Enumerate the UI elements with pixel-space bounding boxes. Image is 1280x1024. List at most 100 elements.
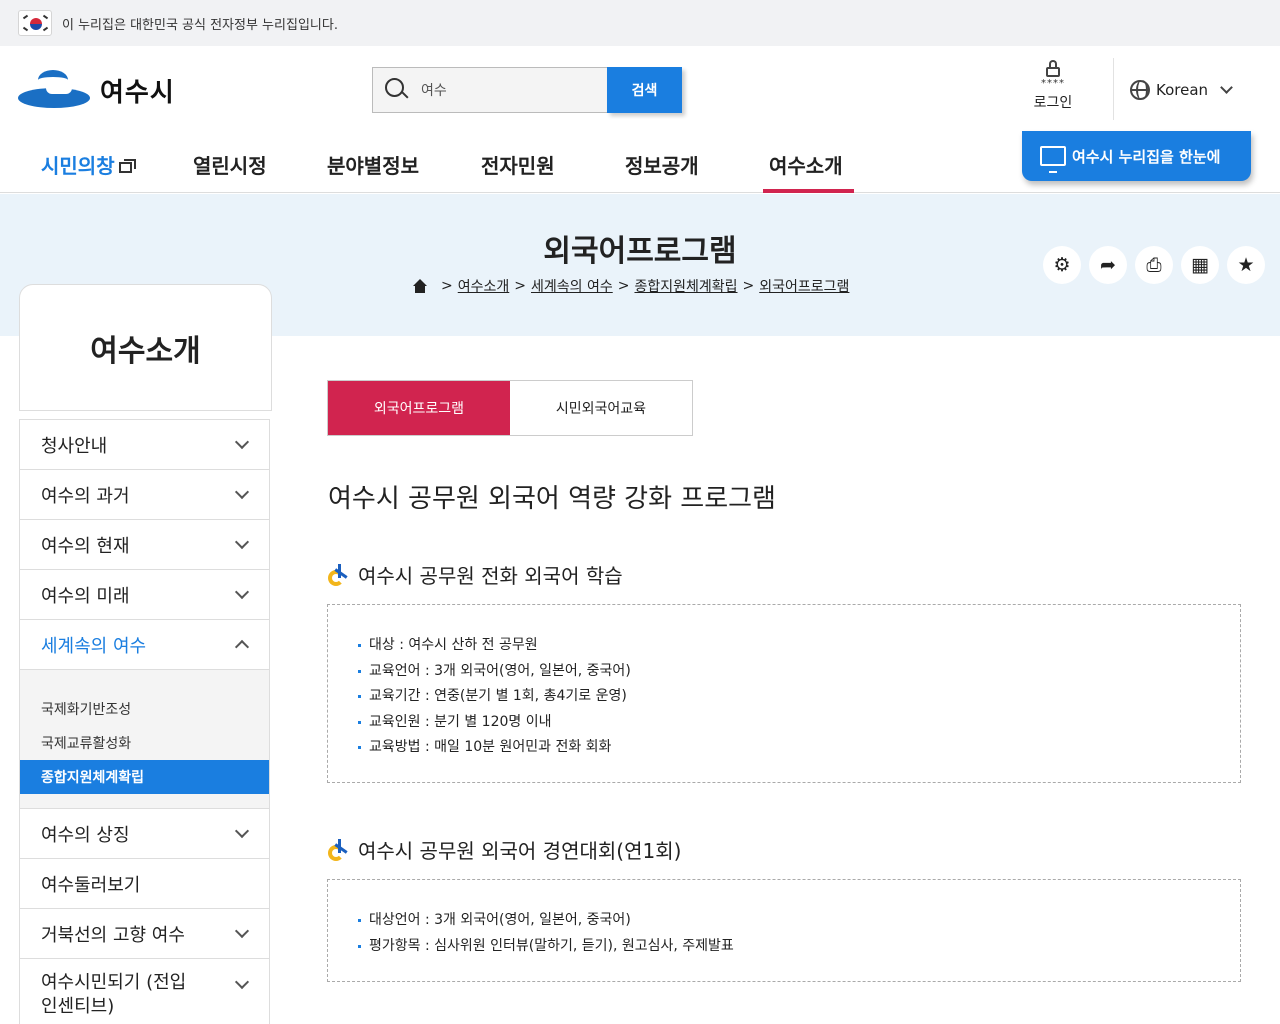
- lnb-submenu: 국제화기반조성 국제교류활성화 종합지원체계확립: [20, 670, 269, 809]
- lnb-item-label: 거북선의 고향 여수: [41, 924, 185, 946]
- content-title: 여수시 공무원 외국어 역량 강화 프로그램: [328, 484, 776, 514]
- chevron-down-icon: [1220, 81, 1233, 94]
- info-box: 대상 : 여수시 산하 전 공무원 교육언어 : 3개 외국어(영어, 일본어,…: [327, 604, 1241, 783]
- lnb-item[interactable]: 여수의 상징: [20, 809, 269, 859]
- section-title-text: 여수시 공무원 전화 외국어 학습: [358, 564, 623, 588]
- gnb-item-info-disclosure[interactable]: 정보공개: [625, 150, 699, 179]
- gnb-item-field-info[interactable]: 분야별정보: [327, 150, 419, 179]
- share-icon[interactable]: ➦: [1089, 246, 1127, 284]
- lnb-item[interactable]: 여수시민되기 (전입인센티브): [20, 959, 269, 1024]
- list-item: 교육기간 : 연중(분기 별 1회, 총4기로 운영): [358, 684, 1210, 710]
- lnb-item-label: 세계속의 여수: [41, 635, 147, 657]
- korea-flag-icon: [18, 10, 52, 36]
- gov-banner: 이 누리집은 대한민국 공식 전자정부 누리집입니다.: [0, 0, 1280, 46]
- lnb-item[interactable]: 여수의 미래: [20, 570, 269, 620]
- login-button[interactable]: **** 로그인: [1018, 60, 1088, 112]
- lnb-sub-item-current[interactable]: 종합지원체계확립: [20, 760, 269, 794]
- breadcrumb-item[interactable]: 세계속의 여수: [531, 276, 613, 296]
- lnb-item-label: 여수둘러보기: [41, 874, 141, 896]
- chevron-up-icon: [234, 639, 250, 654]
- content-tabs: 외국어프로그램 시민외국어교육: [327, 380, 693, 436]
- section-bullet-icon: [328, 563, 352, 586]
- chevron-down-icon: [234, 584, 250, 599]
- globe-icon: [1130, 80, 1150, 100]
- breadcrumb-separator: >: [742, 278, 755, 294]
- global-nav: 시민의창 열린시정 분야별정보 전자민원 정보공개 여수소개 여수시 누리집을 …: [0, 131, 1280, 193]
- home-icon[interactable]: [412, 279, 428, 293]
- lnb-item-label: 여수의 상징: [41, 824, 130, 846]
- chevron-down-icon: [234, 484, 250, 499]
- print-icon[interactable]: ⎙: [1135, 246, 1173, 284]
- header-divider: [1113, 58, 1114, 120]
- lnb-item[interactable]: 여수의 현재: [20, 520, 269, 570]
- tab-citizen-language[interactable]: 시민외국어교육: [510, 381, 692, 435]
- lnb-sub-item[interactable]: 국제화기반조성: [20, 692, 269, 726]
- monitor-icon: [1040, 146, 1066, 173]
- new-window-icon: [118, 159, 136, 173]
- chevron-down-icon: [234, 434, 250, 449]
- lnb-item[interactable]: 거북선의 고향 여수: [20, 909, 269, 959]
- chevron-down-icon: [234, 974, 250, 990]
- breadcrumb-item[interactable]: 종합지원체계확립: [634, 276, 737, 296]
- breadcrumb: > 여수소개 > 세계속의 여수 > 종합지원체계확립 > 외국어프로그램: [412, 276, 849, 296]
- gnb-active-underline: [763, 189, 854, 193]
- breadcrumb-item[interactable]: 여수소개: [458, 276, 510, 296]
- star-icon[interactable]: ★: [1227, 246, 1265, 284]
- breadcrumb-separator: >: [617, 278, 630, 294]
- logo-text: 여수시: [100, 77, 175, 108]
- lnb-item-label: 여수의 과거: [41, 485, 130, 507]
- lnb-item[interactable]: 청사안내: [20, 420, 269, 470]
- header: 여수시 검색 **** 로그인 Korean: [0, 46, 1280, 134]
- section-title: 여수시 공무원 외국어 경연대회(연1회): [328, 835, 681, 864]
- list-item: 교육언어 : 3개 외국어(영어, 일본어, 중국어): [358, 659, 1210, 685]
- gear-icon[interactable]: ⚙: [1043, 246, 1081, 284]
- chevron-down-icon: [234, 823, 250, 838]
- info-box: 대상언어 : 3개 외국어(영어, 일본어, 중국어) 평가항목 : 심사위원 …: [327, 879, 1241, 982]
- lnb-item-label: 여수시민되기 (전입인센티브): [41, 972, 187, 1017]
- site-overview-button[interactable]: 여수시 누리집을 한눈에: [1022, 131, 1251, 181]
- gnb-item-e-civil[interactable]: 전자민원: [481, 150, 555, 179]
- search-button[interactable]: 검색: [607, 67, 682, 113]
- language-select[interactable]: Korean: [1130, 80, 1233, 100]
- chevron-down-icon: [234, 923, 250, 938]
- gnb-item-open-admin[interactable]: 열린시정: [193, 150, 267, 179]
- gov-banner-text: 이 누리집은 대한민국 공식 전자정부 누리집입니다.: [62, 17, 338, 33]
- breadcrumb-item[interactable]: 외국어프로그램: [759, 276, 849, 296]
- language-label: Korean: [1156, 81, 1209, 99]
- search-icon: [385, 78, 409, 102]
- gnb-item-citizen[interactable]: 시민의창: [41, 150, 136, 179]
- section-title-text: 여수시 공무원 외국어 경연대회(연1회): [358, 839, 682, 863]
- lnb-item[interactable]: 여수의 과거: [20, 470, 269, 520]
- site-overview-label: 여수시 누리집을 한눈에: [1072, 147, 1221, 166]
- gnb-item-yeosu-intro[interactable]: 여수소개: [769, 150, 843, 179]
- lnb-item-label: 여수의 미래: [41, 585, 130, 607]
- lnb-title: 여수소개: [19, 284, 272, 411]
- lnb-item-label: 여수의 현재: [41, 535, 130, 557]
- password-stars: ****: [1041, 78, 1065, 89]
- list-item: 교육인원 : 분기 별 120명 이내: [358, 710, 1210, 736]
- qr-icon[interactable]: ▦: [1181, 246, 1219, 284]
- lnb-item-world-yeosu[interactable]: 세계속의 여수: [20, 620, 269, 670]
- search-box: 검색: [372, 67, 682, 113]
- list-item: 교육방법 : 매일 10분 원어민과 전화 회화: [358, 735, 1210, 761]
- section-bullet-icon: [328, 838, 352, 861]
- search-input[interactable]: [421, 82, 591, 98]
- lock-icon: [1046, 60, 1060, 78]
- page-tools: ⚙ ➦ ⎙ ▦ ★: [1043, 246, 1265, 284]
- lnb-item-label: 청사안내: [41, 435, 108, 457]
- list-item: 평가항목 : 심사위원 인터뷰(말하기, 듣기), 원고심사, 주제발표: [358, 934, 1210, 960]
- breadcrumb-separator: >: [441, 278, 453, 294]
- search-field-wrap: [372, 67, 607, 113]
- left-nav: 청사안내 여수의 과거 여수의 현재 여수의 미래 세계속의 여수 국제화기반조…: [19, 419, 270, 1024]
- login-label: 로그인: [1033, 95, 1073, 111]
- breadcrumb-separator: >: [514, 278, 526, 294]
- chevron-down-icon: [234, 534, 250, 549]
- site-logo[interactable]: 여수시: [18, 68, 175, 112]
- list-item: 대상 : 여수시 산하 전 공무원: [358, 633, 1210, 659]
- section-title: 여수시 공무원 전화 외국어 학습: [328, 560, 623, 589]
- yeosu-logo-icon: [18, 68, 90, 112]
- lnb-sub-item[interactable]: 국제교류활성화: [20, 726, 269, 760]
- tab-foreign-program[interactable]: 외국어프로그램: [328, 381, 510, 435]
- list-item: 대상언어 : 3개 외국어(영어, 일본어, 중국어): [358, 908, 1210, 934]
- lnb-item[interactable]: 여수둘러보기: [20, 859, 269, 909]
